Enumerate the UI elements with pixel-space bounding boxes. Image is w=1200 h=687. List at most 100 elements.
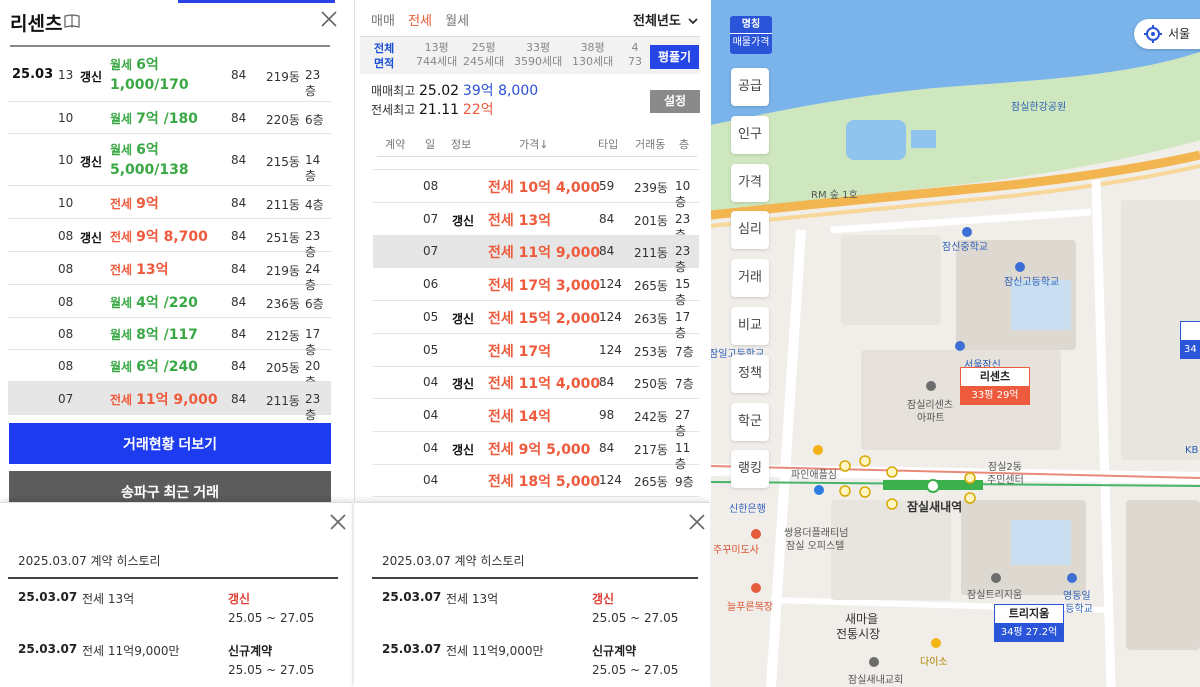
trade-dong: 265동 xyxy=(634,475,668,490)
map-view[interactable]: 잠실한강공원 RM 숲 1호 잠신중학교 잠신고등학교 잠일고등학교 서울잠신 … xyxy=(711,0,1200,687)
trade-price: 월세 6억 1,000/170 xyxy=(110,55,189,95)
trade-day: 07 xyxy=(423,211,439,226)
map-side-button[interactable]: 정책 xyxy=(731,354,769,393)
trade-day: 05 xyxy=(423,309,439,324)
map-side-button[interactable]: 거래 xyxy=(731,259,769,298)
size-option[interactable]: 38평 130세대 xyxy=(572,41,613,69)
history-kind: 신규계약 xyxy=(592,644,637,658)
max-sale-price: 39억 8,000 xyxy=(462,83,539,99)
trade-row[interactable]: 08 갱신 전세 9억 8,700 84 251동 23층 xyxy=(8,219,331,259)
jeonse-trade-row[interactable]: 05 전세 17억 124 253동 7층 xyxy=(373,334,699,367)
col-contract: 계약 xyxy=(385,138,406,151)
saemaeul-label2: 전통시장 xyxy=(836,627,881,641)
marker-name: 트리지움 xyxy=(1008,607,1050,620)
history-date: 25.03.07 xyxy=(18,590,78,604)
trade-price: 전세 13억 xyxy=(488,212,551,229)
size-units: 245세대 xyxy=(463,55,505,68)
size-option[interactable]: 4 73 xyxy=(628,41,642,69)
map-side-button[interactable]: 가격 xyxy=(731,163,769,202)
tab-jeonse[interactable]: 전세 xyxy=(408,14,432,29)
tab-wolse[interactable]: 월세 xyxy=(445,14,469,29)
trade-dong: 239동 xyxy=(634,181,668,195)
trade-type: 84 xyxy=(231,359,247,373)
map-side-button[interactable]: 랭킹 xyxy=(731,450,769,489)
trade-floor: 6층 xyxy=(305,296,324,311)
trade-row[interactable]: 08 월세 4억 /220 84 236동 6층 xyxy=(8,285,331,318)
renew-badge: 갱신 xyxy=(80,230,103,245)
history-price: 전세 11억9,000만 xyxy=(82,644,180,658)
neulpu-label: 늘푸른목장 xyxy=(727,602,773,613)
jeonse-trade-row[interactable]: 04 갱신 전세 11억 4,000 84 250동 7층 xyxy=(373,366,699,400)
toggle-price-label: 매물가격 xyxy=(732,37,770,48)
location-button[interactable]: 서울 xyxy=(1134,19,1200,49)
trade-row[interactable]: 08 전세 13억 84 219동 24층 xyxy=(8,252,331,292)
pyeong-toggle-button[interactable]: 평풀기 xyxy=(650,45,699,69)
trade-row[interactable]: 10 갱신 월세 6억 5,000/138 84 215동 14층 xyxy=(8,134,331,186)
trade-type-tabs: 매매 전세 월세 xyxy=(371,10,478,29)
trade-dong: 211동 xyxy=(266,393,300,408)
trade-kind: 전세 xyxy=(110,229,133,244)
size-option[interactable]: 25평 245세대 xyxy=(463,41,504,69)
tab-sale[interactable]: 매매 xyxy=(371,14,395,29)
map-side-button[interactable]: 인구 xyxy=(731,115,769,154)
trade-type: 124 xyxy=(599,277,622,292)
year-select[interactable]: 전체년도 xyxy=(633,10,698,29)
chevron-down-icon xyxy=(688,18,698,25)
close-icon[interactable] xyxy=(319,9,339,29)
trade-row[interactable]: 10 월세 7억 /180 84 220동 6층 xyxy=(8,102,331,134)
panel-header: 리센츠 xyxy=(0,0,352,42)
trade-dong: 250동 xyxy=(634,377,668,392)
trade-row[interactable]: 10 전세 9억 84 211동 4층 xyxy=(8,186,331,219)
trade-kind: 월세 xyxy=(110,295,133,310)
name-price-toggle[interactable]: 명칭 매물가격 xyxy=(730,16,772,54)
history-header: 2025.03.07 계약 히스토리 xyxy=(8,546,338,579)
size-filter-label[interactable]: 전체 면적 xyxy=(374,41,394,71)
history-header: 2025.03.07 계약 히스토리 xyxy=(372,546,698,579)
trade-dong: 211동 xyxy=(634,246,668,261)
jeonse-trade-row[interactable]: 07 전세 11억 9,000 84 211동 23층 xyxy=(373,235,699,274)
daiso-label: 다이소 xyxy=(920,657,948,668)
trade-row[interactable]: 25.03 13 갱신 월세 6억 1,000/170 84 219동 23층 xyxy=(8,48,331,102)
trade-dong: 265동 xyxy=(634,279,668,294)
trade-price-value: 6억 xyxy=(136,57,159,73)
shinhan-label: 신한은행 xyxy=(729,504,766,515)
complex-title: 리센츠 xyxy=(10,13,63,35)
col-price[interactable]: 가격↓ xyxy=(519,136,548,152)
location-label: 서울 xyxy=(1168,27,1191,41)
size-option[interactable]: 33평 3590세대 xyxy=(514,41,562,69)
trade-row[interactable]: 08 월세 8억 /117 84 212동 17층 xyxy=(8,318,331,357)
partial-map-marker[interactable]: 34 xyxy=(1180,321,1200,359)
ricenz-map-marker[interactable]: 리센츠 33평 29억 xyxy=(960,367,1030,405)
trade-type: 84 xyxy=(231,228,247,243)
trade-day: 04 xyxy=(423,407,439,422)
jeonse-trade-row[interactable]: 07갱신전세 13억84201동23층 xyxy=(373,203,699,242)
close-icon[interactable] xyxy=(328,512,348,532)
trade-price: 전세 11억 9,000 xyxy=(488,245,601,262)
jeonse-trade-row[interactable]: 08 전세 10억 4,000 59 239동 10층 xyxy=(373,170,699,209)
trade-floor: 4층 xyxy=(305,197,324,212)
more-trades-button[interactable]: 거래현황 더보기 xyxy=(9,423,331,464)
book-icon[interactable] xyxy=(64,14,80,28)
trade-price: 전세 11억 4,000 xyxy=(488,376,601,393)
size-option[interactable]: 13평 744세대 xyxy=(416,41,457,69)
jeonse-trade-row[interactable]: 04 갱신 전세 9억 5,000 84 217동 11층 xyxy=(373,432,699,471)
size-units: 73 xyxy=(628,55,642,68)
jeonse-trade-row[interactable]: 06 전세 17억 3,000 124 265동 15층 xyxy=(373,268,699,307)
trade-day: 08 xyxy=(58,228,74,243)
trade-type: 84 xyxy=(599,440,615,455)
jeonse-trade-row[interactable]: 04 전세 14억 98 242동 27층 xyxy=(373,399,699,438)
renew-badge: 갱신 xyxy=(452,442,475,457)
map-side-button[interactable]: 공급 xyxy=(731,68,769,106)
trade-type: 84 xyxy=(599,244,615,259)
trade-row[interactable]: 07 전세 11억 9,000 84 211동 23층 xyxy=(8,382,331,422)
trade-row[interactable]: 08월세6억 /24084205동20층 xyxy=(8,350,331,389)
jeonse-trade-row[interactable]: 04 전세 18억 5,000 124 265동 9층 xyxy=(373,464,699,498)
map-side-button[interactable]: 심리 xyxy=(731,211,769,250)
jeonse-trade-row[interactable]: 05 갱신 전세 15억 2,000 124 263동 17층 xyxy=(373,301,699,340)
trizium-map-marker[interactable]: 트리지움 34평 27.2억 xyxy=(994,604,1064,642)
map-side-button[interactable]: 학군 xyxy=(731,402,769,441)
settings-button[interactable]: 설정 xyxy=(650,90,700,113)
trade-type: 84 xyxy=(231,327,247,341)
map-side-button[interactable]: 비교 xyxy=(731,307,769,345)
close-icon[interactable] xyxy=(687,512,707,532)
